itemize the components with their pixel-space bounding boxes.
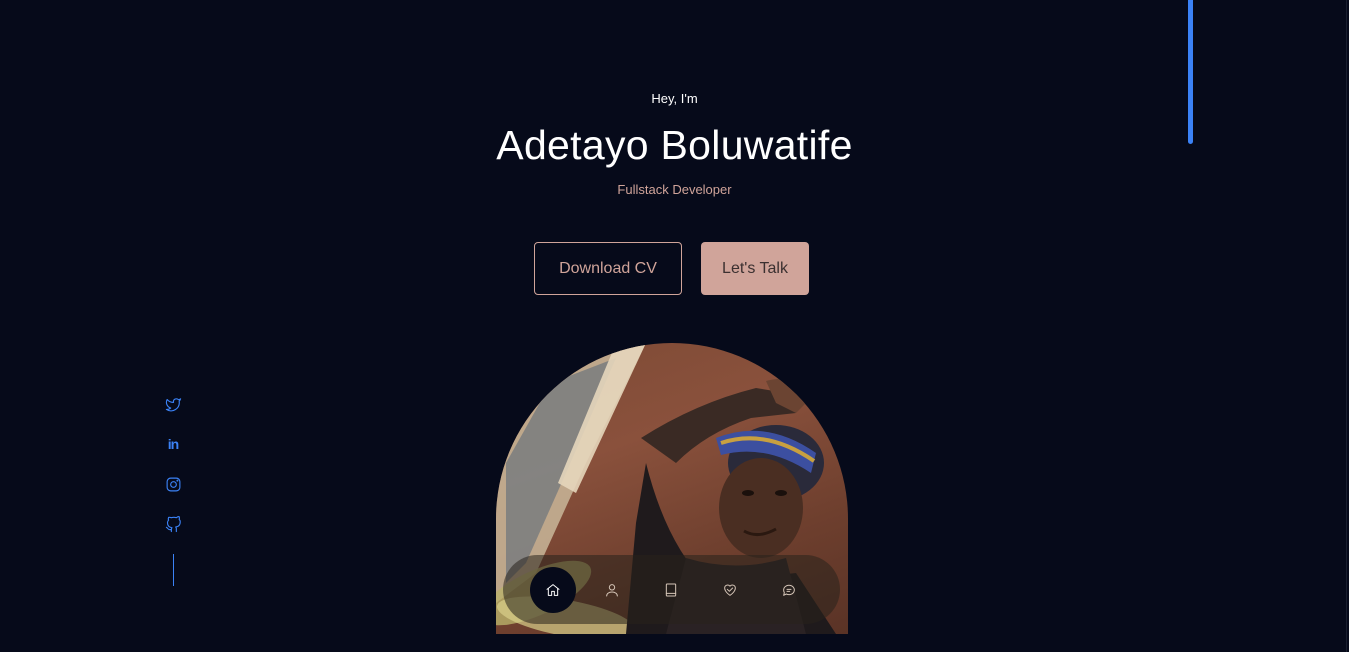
twitter-icon[interactable] <box>164 395 182 413</box>
user-icon <box>606 583 618 596</box>
hero-name: Adetayo Boluwatife <box>496 122 853 168</box>
nav-about[interactable] <box>589 567 635 613</box>
home-icon <box>546 583 560 596</box>
heart-icon <box>724 584 736 596</box>
hero-role: Fullstack Developer <box>617 182 732 197</box>
social-divider-line <box>173 554 174 586</box>
nav-home[interactable] <box>530 566 576 613</box>
chat-icon <box>783 584 795 596</box>
linkedin-glyph: in <box>167 436 179 452</box>
book-icon <box>665 583 677 596</box>
nav-services[interactable] <box>707 567 753 613</box>
download-cv-button[interactable]: Download CV <box>534 242 682 295</box>
nav-contact[interactable] <box>766 567 812 613</box>
lets-talk-button[interactable]: Let's Talk <box>701 242 809 295</box>
bottom-navigation <box>503 555 840 624</box>
greeting: Hey, I'm <box>651 91 698 106</box>
nav-experience[interactable] <box>648 567 694 613</box>
linkedin-icon[interactable]: in <box>164 435 182 453</box>
instagram-icon[interactable] <box>164 475 182 493</box>
portfolio-page: Hey, I'm Adetayo Boluwatife Fullstack De… <box>0 0 1349 652</box>
github-icon[interactable] <box>164 515 182 533</box>
